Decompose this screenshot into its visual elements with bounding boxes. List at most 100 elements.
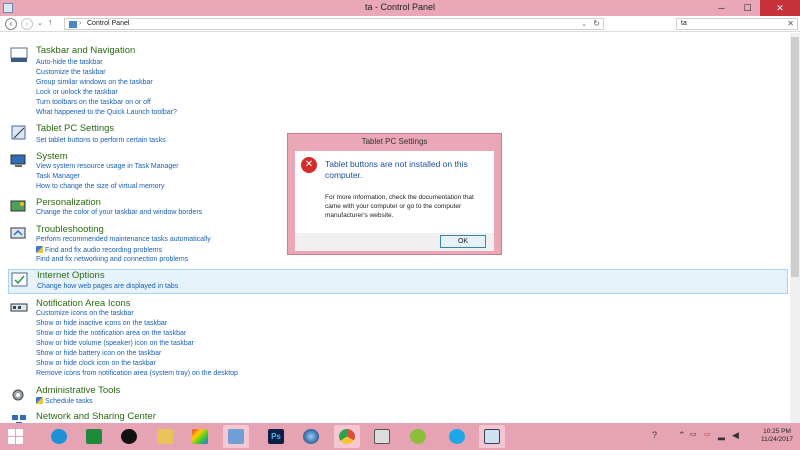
volume-icon[interactable]: ◀ bbox=[732, 430, 739, 441]
photoshop-icon: Ps bbox=[268, 429, 284, 444]
taskbar-excel[interactable] bbox=[81, 425, 107, 448]
taskbar-app-window[interactable] bbox=[369, 425, 395, 448]
address-row: ‹ › ⌄ ↑ › Control Panel ⌄ ↻ ta ✕ bbox=[0, 16, 800, 32]
taskbar-file-explorer[interactable] bbox=[152, 425, 178, 448]
back-button[interactable]: ‹ bbox=[5, 18, 17, 30]
administrative-tools-icon bbox=[12, 389, 24, 401]
group-title[interactable]: Personalization bbox=[36, 197, 101, 208]
link-quick-launch[interactable]: What happened to the Quick Launch toolba… bbox=[36, 109, 177, 116]
link-audio-recording[interactable]: Find and fix audio recording problems bbox=[36, 246, 162, 254]
link-virtual-memory[interactable]: How to change the size of virtual memory bbox=[36, 183, 164, 190]
link-group-windows[interactable]: Group similar windows on the taskbar bbox=[36, 79, 153, 86]
group-title[interactable]: Tablet PC Settings bbox=[36, 123, 114, 134]
taskbar-control-panel[interactable] bbox=[223, 425, 249, 448]
close-button[interactable]: ✕ bbox=[760, 0, 800, 16]
link-volume-icon[interactable]: Show or hide volume (speaker) icon on th… bbox=[36, 340, 194, 347]
address-dropdown[interactable]: ⌄ bbox=[581, 20, 587, 28]
refresh-button[interactable]: ↻ bbox=[593, 19, 600, 28]
link-battery-icon[interactable]: Show or hide battery icon on the taskbar bbox=[36, 350, 161, 357]
dialog-footer: OK bbox=[295, 233, 494, 251]
taskbar-internet-explorer[interactable] bbox=[46, 425, 72, 448]
search-value[interactable]: ta bbox=[681, 20, 687, 27]
error-icon: ✕ bbox=[301, 157, 317, 173]
chrome-icon bbox=[339, 429, 355, 444]
link-auto-hide[interactable]: Auto-hide the taskbar bbox=[36, 59, 103, 66]
control-panel-crumb-icon bbox=[69, 21, 77, 28]
taskbar: Ps ? ⌃ ▭ ▭ ▂ ◀ 10:25 PM 11/24/2017 bbox=[0, 423, 800, 450]
notification-icon[interactable]: ▭ bbox=[690, 430, 697, 438]
taskbar-camera-app[interactable] bbox=[116, 425, 142, 448]
group-title[interactable]: Taskbar and Navigation bbox=[36, 45, 135, 56]
show-hidden-icons[interactable]: ⌃ bbox=[678, 430, 686, 441]
group-notification-area-icons: Notification Area Icons Customize icons … bbox=[8, 298, 788, 380]
link-tablet-buttons[interactable]: Set tablet buttons to perform certain ta… bbox=[36, 137, 166, 144]
link-remove-tray-icons[interactable]: Remove icons from notification area (sys… bbox=[36, 370, 238, 377]
taskbar-skype[interactable] bbox=[444, 425, 470, 448]
link-customize-taskbar[interactable]: Customize the taskbar bbox=[36, 69, 106, 76]
link-resource-usage[interactable]: View system resource usage in Task Manag… bbox=[36, 163, 179, 170]
excel-icon bbox=[86, 429, 102, 444]
media-icon bbox=[303, 429, 319, 444]
group-title[interactable]: System bbox=[36, 151, 68, 162]
ball-icon bbox=[410, 429, 426, 444]
address-bar[interactable]: › Control Panel ⌄ ↻ bbox=[64, 18, 604, 30]
breadcrumb-control-panel[interactable]: Control Panel bbox=[87, 20, 129, 27]
dialog-body: ✕ Tablet buttons are not installed on th… bbox=[295, 151, 494, 233]
link-task-manager[interactable]: Task Manager bbox=[36, 173, 80, 180]
forward-button[interactable]: › bbox=[21, 18, 33, 30]
group-title[interactable]: Troubleshooting bbox=[36, 224, 104, 235]
link-networking[interactable]: Find and fix networking and connection p… bbox=[36, 256, 188, 263]
group-title[interactable]: Administrative Tools bbox=[36, 385, 120, 396]
internet-explorer-icon bbox=[51, 429, 67, 444]
search-input[interactable]: ta ✕ bbox=[676, 18, 798, 30]
recent-locations-dropdown[interactable]: ⌄ bbox=[37, 19, 43, 27]
up-button[interactable]: ↑ bbox=[48, 17, 53, 27]
group-internet-options[interactable]: Internet Options Change how web pages ar… bbox=[8, 269, 788, 294]
network-tray-icon[interactable]: ▂ bbox=[718, 430, 725, 441]
link-schedule-tasks[interactable]: Schedule tasks bbox=[36, 397, 92, 405]
help-icon[interactable]: ? bbox=[652, 430, 657, 440]
taskbar-media-app[interactable] bbox=[298, 425, 324, 448]
dialog-detail: For more information, check the document… bbox=[325, 194, 474, 219]
link-toolbars[interactable]: Turn toolbars on the taskbar on or off bbox=[36, 99, 151, 106]
taskbar-tennis-app[interactable] bbox=[405, 425, 431, 448]
minimize-button[interactable]: ─ bbox=[708, 0, 735, 16]
taskbar-tablet-settings[interactable] bbox=[479, 425, 505, 448]
title-bar: ta - Control Panel ─ ☐ ✕ bbox=[0, 0, 800, 16]
action-center-icon[interactable]: ▭ bbox=[704, 430, 711, 438]
shield-icon bbox=[36, 246, 43, 253]
group-title[interactable]: Internet Options bbox=[37, 270, 105, 281]
group-title[interactable]: Notification Area Icons bbox=[36, 298, 131, 309]
app-window-icon bbox=[374, 429, 390, 444]
link-customize-icons[interactable]: Customize icons on the taskbar bbox=[36, 310, 134, 317]
ok-button[interactable]: OK bbox=[440, 235, 486, 248]
taskbar-paint-app[interactable] bbox=[187, 425, 213, 448]
link-inactive-icons[interactable]: Show or hide inactive icons on the taskb… bbox=[36, 320, 167, 327]
scrollbar-thumb[interactable] bbox=[791, 37, 799, 277]
vertical-scrollbar[interactable] bbox=[790, 33, 800, 423]
tablet-icon bbox=[11, 125, 26, 140]
clear-search-button[interactable]: ✕ bbox=[787, 19, 794, 28]
maximize-button[interactable]: ☐ bbox=[734, 0, 761, 16]
error-dialog: Tablet PC Settings ✕ Tablet buttons are … bbox=[287, 133, 502, 255]
group-network-sharing-center: Network and Sharing Center bbox=[8, 411, 788, 423]
link-notification-area[interactable]: Show or hide the notification area on th… bbox=[36, 330, 186, 337]
link-maintenance[interactable]: Perform recommended maintenance tasks au… bbox=[36, 236, 211, 243]
personalization-icon bbox=[10, 200, 26, 212]
link-lock-taskbar[interactable]: Lock or unlock the taskbar bbox=[36, 89, 118, 96]
control-panel-taskbar-icon bbox=[228, 429, 244, 444]
internet-options-icon bbox=[11, 272, 28, 287]
breadcrumb-separator[interactable]: › bbox=[79, 20, 81, 27]
clock[interactable]: 10:25 PM 11/24/2017 bbox=[755, 428, 799, 444]
taskbar-chrome[interactable] bbox=[334, 425, 360, 448]
start-button[interactable] bbox=[4, 425, 30, 448]
group-title[interactable]: Network and Sharing Center bbox=[36, 411, 156, 422]
dialog-message: Tablet buttons are not installed on this… bbox=[325, 159, 468, 180]
link-window-colors[interactable]: Change the color of your taskbar and win… bbox=[36, 209, 202, 216]
taskbar-photoshop[interactable]: Ps bbox=[263, 425, 289, 448]
link-web-pages-tabs[interactable]: Change how web pages are displayed in ta… bbox=[37, 283, 178, 290]
folder-icon bbox=[157, 429, 173, 444]
group-administrative-tools: Administrative Tools Schedule tasks bbox=[8, 385, 788, 407]
link-clock-icon[interactable]: Show or hide clock icon on the taskbar bbox=[36, 360, 156, 367]
computer-icon bbox=[10, 154, 26, 167]
